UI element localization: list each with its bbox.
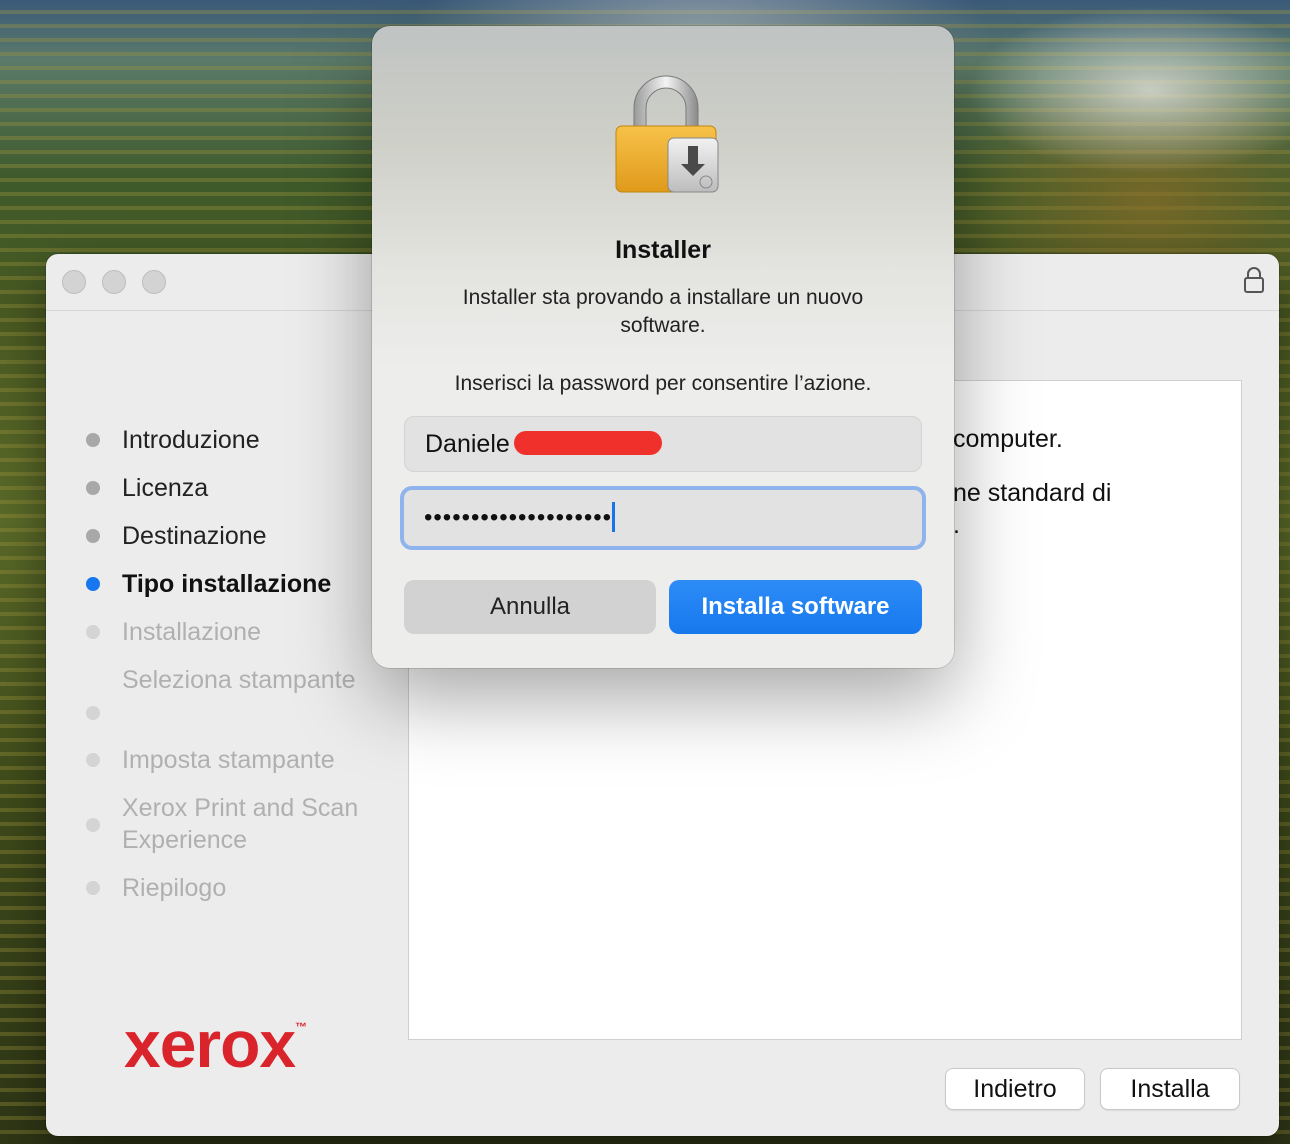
- step-label: Imposta stampante: [122, 746, 335, 774]
- text-caret: [612, 501, 616, 532]
- step-dot: [86, 706, 100, 720]
- step-seleziona-stampante: Seleziona stampante: [82, 664, 412, 728]
- step-dot: [86, 818, 100, 832]
- xerox-logo: xerox™: [124, 1006, 307, 1082]
- cancel-button[interactable]: Annulla: [404, 580, 656, 634]
- install-button[interactable]: Installa: [1100, 1068, 1240, 1110]
- step-dot: [86, 753, 100, 767]
- step-label: Seleziona stampante: [122, 666, 356, 694]
- lock-installer-icon: [615, 75, 719, 193]
- content-text-line2: ne standard di: [953, 479, 1112, 507]
- installer-steps-list: Introduzione Licenza Destinazione Tipo i…: [82, 424, 412, 920]
- step-label: Licenza: [122, 474, 209, 502]
- lock-icon: [1244, 267, 1264, 293]
- step-dot: [86, 881, 100, 895]
- dialog-message: Installer sta provando a installare un n…: [462, 286, 864, 337]
- step-imposta-stampante: Imposta stampante: [82, 744, 412, 776]
- step-licenza: Licenza: [82, 472, 412, 504]
- authentication-dialog: Installer Installer sta provando a insta…: [372, 26, 954, 668]
- step-label: Installazione: [122, 618, 261, 646]
- step-label: Xerox Print and Scan Experience: [122, 794, 359, 854]
- step-label: Introduzione: [122, 426, 260, 454]
- username-field[interactable]: Daniele: [404, 416, 922, 472]
- step-riepilogo: Riepilogo: [82, 872, 412, 904]
- step-dot-current: [86, 577, 100, 591]
- step-label: Destinazione: [122, 522, 267, 550]
- back-button[interactable]: Indietro: [945, 1068, 1085, 1110]
- dialog-title: Installer: [615, 236, 711, 264]
- content-text-line1: computer.: [953, 425, 1063, 453]
- content-text-line3: .: [953, 511, 960, 539]
- install-software-button[interactable]: Installa software: [669, 580, 922, 634]
- xerox-logo-text: xerox: [124, 1007, 296, 1081]
- step-introduzione: Introduzione: [82, 424, 412, 456]
- step-dot: [86, 481, 100, 495]
- step-label: Riepilogo: [122, 874, 227, 902]
- minimize-window-button[interactable]: [102, 270, 126, 294]
- redaction-mark: [513, 431, 662, 456]
- step-dot: [86, 529, 100, 543]
- username-value: Daniele: [425, 430, 510, 458]
- step-dot: [86, 625, 100, 639]
- step-destinazione: Destinazione: [82, 520, 412, 552]
- step-xerox-print-scan: Xerox Print and Scan Experience: [82, 792, 422, 856]
- step-installazione: Installazione: [82, 616, 412, 648]
- trademark-symbol: ™: [295, 1020, 307, 1034]
- password-mask: ••••••••••••••••••••: [424, 504, 613, 531]
- step-label: Tipo installazione: [122, 570, 332, 598]
- dialog-prompt: Inserisci la password per consentire l’a…: [454, 372, 872, 395]
- zoom-window-button[interactable]: [142, 270, 166, 294]
- step-tipo-installazione: Tipo installazione: [82, 568, 412, 600]
- close-window-button[interactable]: [62, 270, 86, 294]
- password-field[interactable]: ••••••••••••••••••••: [400, 486, 926, 550]
- step-dot: [86, 433, 100, 447]
